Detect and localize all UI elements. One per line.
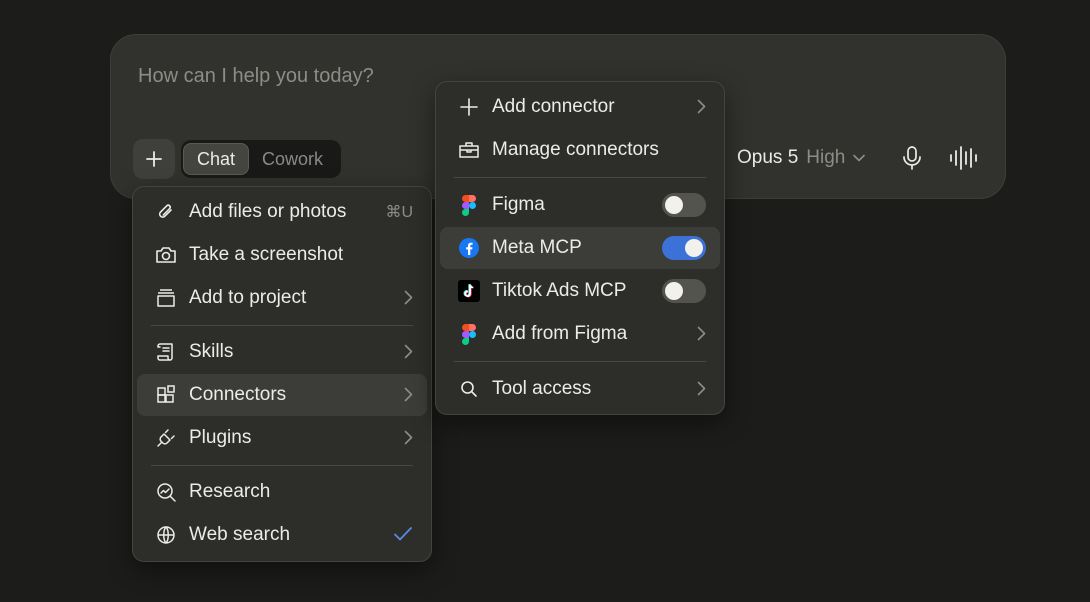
shortcut-hint: ⌘U	[385, 204, 413, 221]
effort-level: High	[806, 147, 846, 168]
menu-item-add-from-figma[interactable]: Add from Figma	[440, 313, 720, 355]
search-icon	[456, 376, 482, 402]
menu-item-label: Add connector	[492, 96, 615, 117]
chevron-right-icon	[404, 344, 413, 359]
menu-item-label: Take a screenshot	[189, 244, 344, 265]
plus-icon	[146, 151, 162, 167]
figma-icon	[456, 192, 482, 218]
menu-divider	[454, 361, 706, 362]
menu-item-label: Tiktok Ads MCP	[492, 280, 627, 301]
checkmark-icon	[394, 527, 412, 541]
menu-item-label: Add files or photos	[189, 201, 347, 222]
figma-toggle[interactable]	[662, 193, 706, 217]
menu-divider	[151, 465, 413, 466]
mode-chat[interactable]: Chat	[183, 143, 250, 175]
menu-item-research[interactable]: Research	[137, 471, 427, 513]
toggle-knob	[665, 196, 683, 214]
prompt-input[interactable]: How can I help you today?	[138, 65, 374, 88]
menu-item-skills[interactable]: Skills	[137, 331, 427, 373]
figma-icon	[456, 321, 482, 347]
meta-mcp-toggle[interactable]	[662, 236, 706, 260]
menu-item-label: Add from Figma	[492, 323, 628, 344]
camera-icon	[153, 242, 179, 268]
menu-item-screenshot[interactable]: Take a screenshot	[137, 234, 427, 276]
chevron-right-icon	[404, 430, 413, 445]
menu-item-label: Connectors	[189, 384, 287, 405]
plug-icon	[153, 425, 179, 451]
tiktok-ads-mcp-toggle[interactable]	[662, 279, 706, 303]
plus-icon	[456, 94, 482, 120]
mode-cowork[interactable]: Cowork	[249, 143, 336, 175]
menu-item-manage-connectors[interactable]: Manage connectors	[440, 129, 720, 171]
chevron-right-icon	[697, 326, 706, 341]
research-icon	[153, 479, 179, 505]
paperclip-icon	[153, 199, 179, 225]
attach-button[interactable]	[133, 139, 175, 179]
toggle-knob	[685, 239, 703, 257]
facebook-icon	[456, 235, 482, 261]
menu-item-add-connector[interactable]: Add connector	[440, 86, 720, 128]
connector-tiktok-ads-mcp: Tiktok Ads MCP	[440, 270, 720, 312]
tiktok-icon	[456, 278, 482, 304]
menu-item-label: Web search	[189, 524, 291, 545]
menu-divider	[151, 325, 413, 326]
toggle-knob	[665, 282, 683, 300]
chevron-right-icon	[404, 290, 413, 305]
chevron-down-icon	[853, 154, 866, 162]
connector-figma: Figma	[440, 184, 720, 226]
menu-item-label: Meta MCP	[492, 237, 582, 258]
menu-item-label: Manage connectors	[492, 139, 659, 160]
chevron-right-icon	[404, 387, 413, 402]
menu-item-add-files[interactable]: Add files or photos ⌘U	[137, 191, 427, 233]
connectors-icon	[153, 382, 179, 408]
menu-item-label: Plugins	[189, 427, 252, 448]
connectors-menu: Add connector Manage connectors Figma Me…	[435, 81, 725, 415]
attach-menu: Add files or photos ⌘U Take a screenshot…	[132, 186, 432, 562]
menu-item-label: Tool access	[492, 378, 592, 399]
menu-item-label: Skills	[189, 341, 234, 362]
toolbox-icon	[456, 137, 482, 163]
chevron-right-icon	[697, 381, 706, 396]
chevron-right-icon	[697, 99, 706, 114]
menu-item-tool-access[interactable]: Tool access	[440, 368, 720, 410]
microphone-icon[interactable]	[901, 145, 923, 171]
menu-item-add-to-project[interactable]: Add to project	[137, 277, 427, 319]
menu-divider	[454, 177, 706, 178]
menu-item-web-search[interactable]: Web search	[137, 514, 427, 556]
project-box-icon	[153, 285, 179, 311]
globe-icon	[153, 522, 179, 548]
menu-item-connectors[interactable]: Connectors	[137, 374, 427, 416]
menu-item-label: Figma	[492, 194, 545, 215]
menu-item-label: Research	[189, 481, 271, 502]
model-selector[interactable]: Opus 5 High	[737, 147, 866, 169]
mode-toggle: Chat Cowork	[181, 140, 341, 178]
menu-item-label: Add to project	[189, 287, 307, 308]
model-name: Opus 5	[737, 147, 799, 168]
connector-meta-mcp: Meta MCP	[440, 227, 720, 269]
voice-mode-icon[interactable]	[949, 145, 979, 171]
scroll-icon	[153, 339, 179, 365]
menu-item-plugins[interactable]: Plugins	[137, 417, 427, 459]
